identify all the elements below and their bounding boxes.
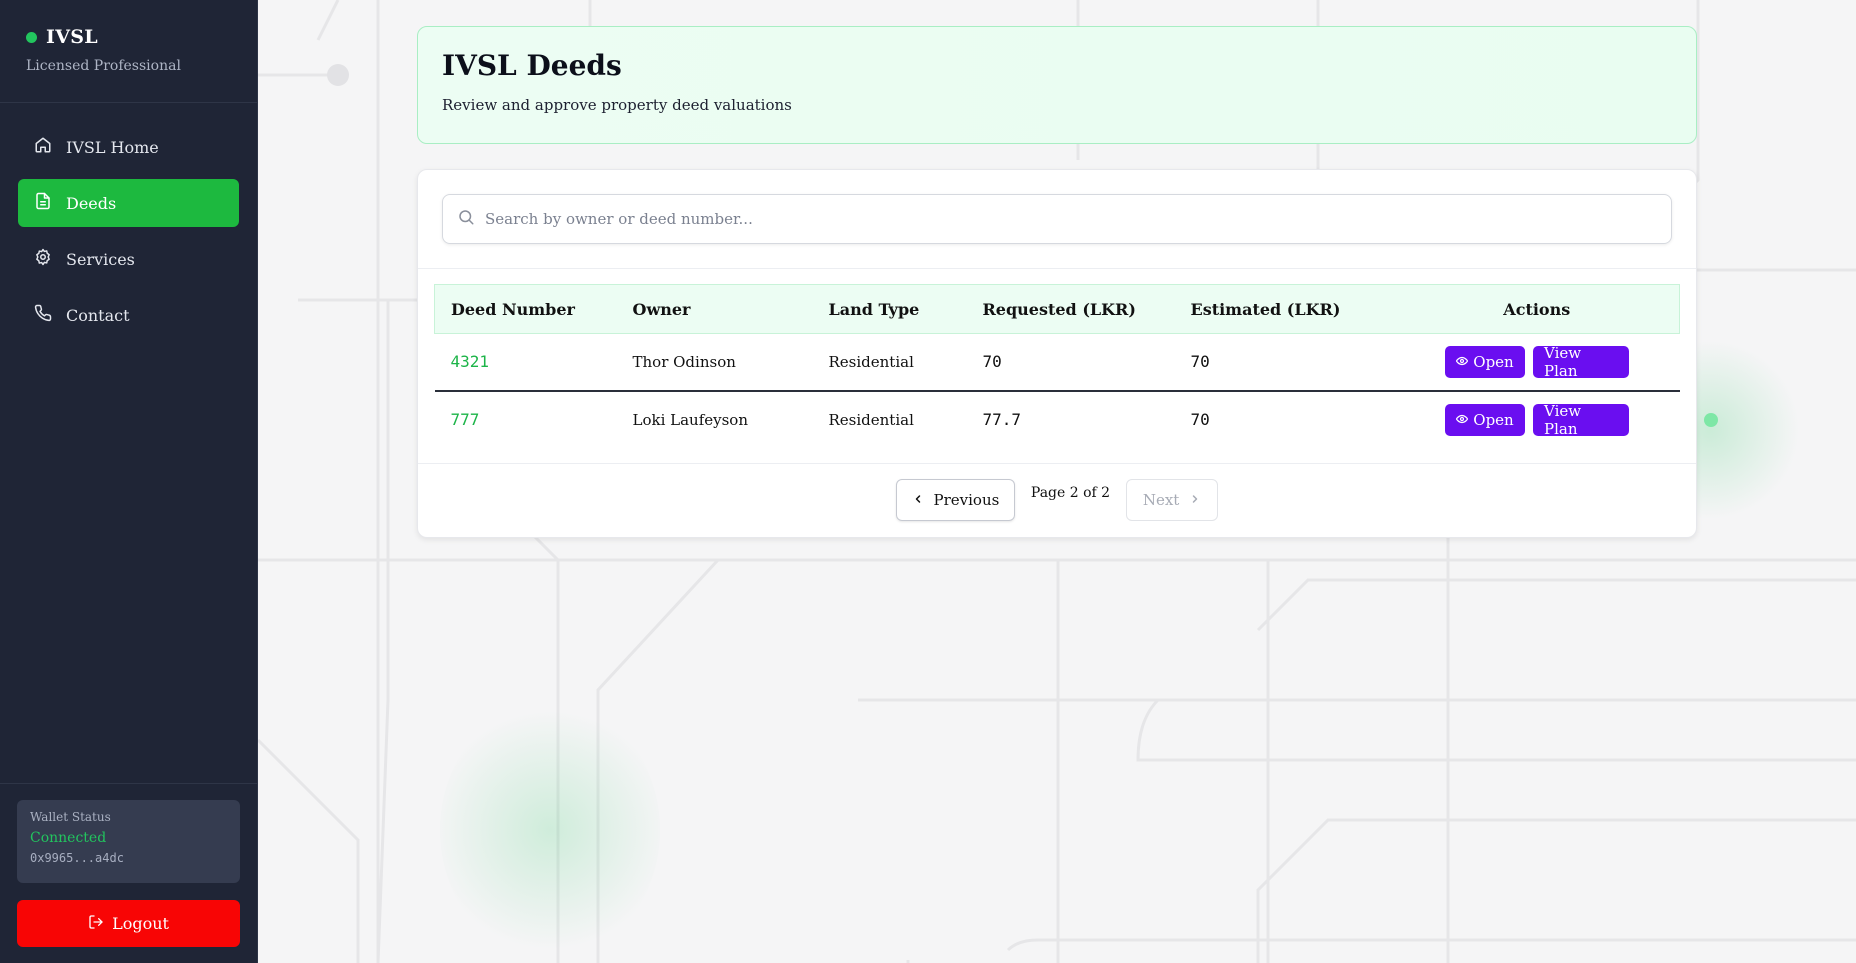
wallet-status-panel: Wallet Status Connected 0x9965...a4dc	[17, 800, 240, 883]
eye-icon	[1456, 353, 1469, 371]
wallet-label: Wallet Status	[30, 810, 111, 824]
status-dot-decor	[1704, 413, 1718, 427]
column-header-actions: Actions	[1394, 284, 1680, 334]
view-plan-button[interactable]: View Plan	[1533, 402, 1629, 438]
deed-number-link[interactable]: 4321	[451, 352, 490, 371]
search-box[interactable]	[442, 194, 1672, 244]
phone-icon	[34, 304, 52, 326]
sidebar: IVSL Licensed Professional IVSL Home Dee…	[0, 0, 258, 963]
requested-cell: 70	[966, 333, 1175, 392]
page-subtitle: Review and approve property deed valuati…	[442, 96, 792, 114]
open-button[interactable]: Open	[1445, 403, 1525, 436]
brand: IVSL Licensed Professional	[0, 0, 257, 103]
owner-cell: Thor Odinson	[616, 333, 813, 392]
sidebar-item-services[interactable]: Services	[18, 235, 239, 283]
sidebar-item-label: Contact	[66, 305, 130, 325]
sidebar-item-deeds[interactable]: Deeds	[18, 179, 239, 227]
glow-decor	[440, 700, 660, 960]
search-input[interactable]	[485, 210, 1657, 228]
logout-label: Logout	[112, 914, 169, 933]
table-header-row: Deed Number Owner Land Type Requested (L…	[434, 284, 1680, 334]
logout-button[interactable]: Logout	[17, 900, 240, 947]
sidebar-item-label: IVSL Home	[66, 137, 159, 157]
sidebar-item-label: Deeds	[66, 193, 117, 213]
row-actions: Open View Plan	[1411, 344, 1664, 380]
previous-page-button[interactable]: Previous	[895, 479, 1015, 521]
column-header-requested: Requested (LKR)	[966, 284, 1175, 334]
deeds-table: Deed Number Owner Land Type Requested (L…	[434, 284, 1680, 448]
open-label: Open	[1473, 410, 1514, 429]
wallet-address: 0x9965...a4dc	[30, 851, 124, 865]
sidebar-item-label: Services	[66, 249, 135, 269]
deed-number-link[interactable]: 777	[451, 410, 480, 429]
row-actions: Open View Plan	[1411, 402, 1664, 438]
next-label: Next	[1142, 491, 1180, 509]
sidebar-footer: Wallet Status Connected 0x9965...a4dc Lo…	[0, 783, 257, 963]
column-header-estimated: Estimated (LKR)	[1174, 284, 1395, 334]
land-type-cell: Residential	[812, 333, 967, 392]
column-header-owner: Owner	[616, 284, 813, 334]
search-icon	[457, 208, 475, 230]
view-plan-button[interactable]: View Plan	[1533, 344, 1629, 380]
page-indicator: Page 2 of 2	[1030, 485, 1111, 501]
owner-cell: Loki Laufeyson	[632, 410, 749, 429]
column-header-deed-number: Deed Number	[434, 284, 617, 334]
page-title: IVSL Deeds	[442, 49, 622, 82]
brand-subtitle: Licensed Professional	[26, 58, 181, 74]
page-header: IVSL Deeds Review and approve property d…	[417, 26, 1697, 144]
previous-label: Previous	[933, 491, 1000, 509]
brand-status-dot	[26, 31, 37, 43]
deeds-table-wrap: Deed Number Owner Land Type Requested (L…	[418, 269, 1696, 448]
gear-icon	[34, 248, 52, 270]
wallet-connection-status: Connected	[30, 830, 107, 846]
land-type-cell: Residential	[828, 410, 914, 429]
open-label: Open	[1473, 352, 1514, 371]
chevron-right-icon	[1189, 491, 1201, 509]
sidebar-item-contact[interactable]: Contact	[18, 291, 239, 339]
estimated-cell: 70	[1174, 333, 1395, 392]
sidebar-nav: IVSL Home Deeds Services Contact	[0, 103, 257, 367]
chevron-left-icon	[912, 491, 924, 509]
open-button[interactable]: Open	[1445, 345, 1525, 378]
eye-icon	[1456, 411, 1469, 429]
deeds-panel: Deed Number Owner Land Type Requested (L…	[417, 169, 1697, 538]
next-page-button[interactable]: Next	[1126, 479, 1219, 521]
requested-cell: 77.7	[982, 410, 1022, 429]
table-row: 4321 Thor Odinson Residential 70 70 Open	[434, 333, 1680, 392]
home-icon	[34, 136, 52, 158]
sidebar-item-home[interactable]: IVSL Home	[18, 123, 239, 171]
brand-name: IVSL	[46, 26, 98, 48]
table-row: 777 Loki Laufeyson Residential 77.7 70 O…	[435, 391, 1680, 448]
document-icon	[34, 192, 52, 214]
search-section	[418, 170, 1696, 269]
estimated-cell: 70	[1190, 410, 1210, 429]
logout-icon	[88, 914, 104, 934]
pagination: Previous Page 2 of 2 Next	[418, 463, 1696, 539]
column-header-land-type: Land Type	[812, 284, 967, 334]
